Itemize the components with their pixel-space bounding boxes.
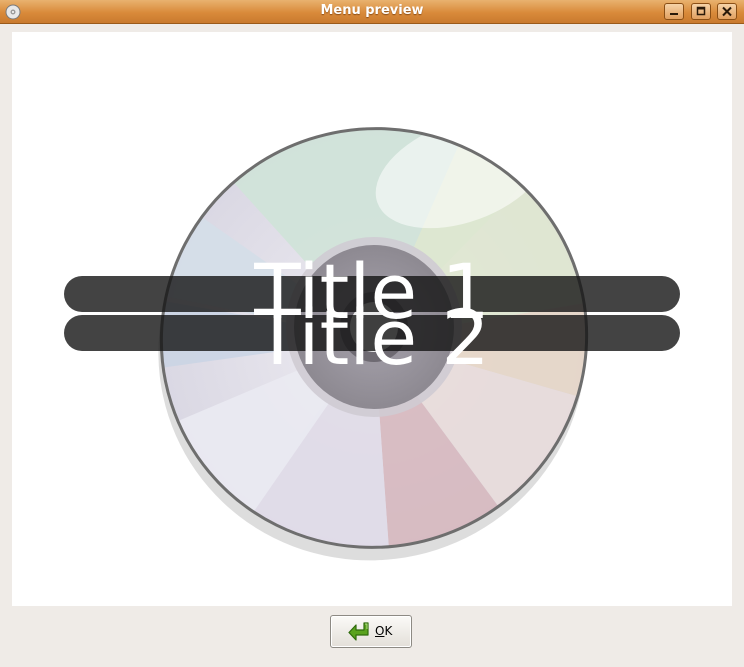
- ok-button-label: OK: [375, 624, 393, 638]
- minimize-icon: [670, 13, 678, 15]
- menu-preview-area: Title 1 Title 2: [12, 32, 732, 606]
- title-bar[interactable]: Menu preview: [0, 0, 744, 24]
- ok-button[interactable]: OK: [330, 615, 412, 648]
- minimize-button[interactable]: [664, 3, 684, 20]
- close-button[interactable]: [717, 3, 737, 20]
- maximize-button[interactable]: [691, 3, 711, 20]
- close-icon: [722, 6, 732, 17]
- ok-return-arrow-icon: [348, 622, 369, 641]
- menu-item-label-2: Title 2: [254, 293, 490, 382]
- maximize-icon: [696, 6, 706, 16]
- window-title: Menu preview: [320, 3, 424, 18]
- menu-preview-window: Menu preview Title 1 Title 2 OK: [0, 0, 744, 667]
